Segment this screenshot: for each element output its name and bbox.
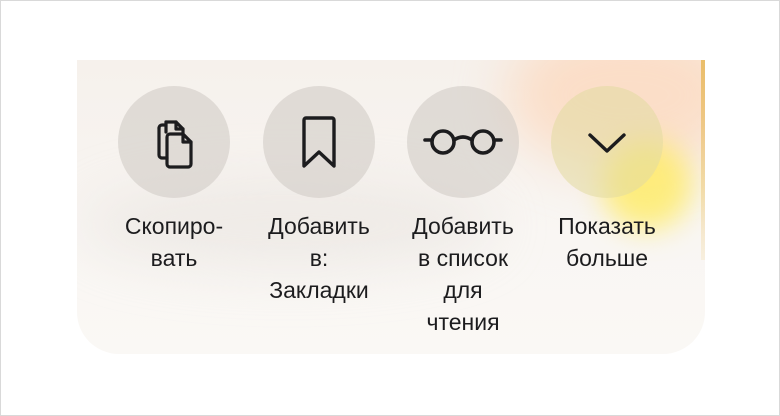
add-bookmark-label: Добавить в: Закладки <box>268 213 370 303</box>
bookmark-icon <box>302 116 336 168</box>
add-bookmark-button[interactable]: Добавить в: Закладки <box>249 86 389 306</box>
add-reading-list-label: Добавить в список для чтения <box>412 213 514 335</box>
chevron-down-icon <box>588 133 626 153</box>
copy-icon <box>157 120 193 169</box>
show-more-button-circle[interactable] <box>551 86 663 198</box>
add-reading-list-button-circle[interactable] <box>407 86 519 198</box>
show-more-button[interactable]: Показать больше <box>537 86 677 274</box>
copy-button[interactable]: Скопиро- вать <box>104 86 244 274</box>
share-actions-sheet: Скопиро- вать Добавить в: Закладки Добав… <box>77 60 705 354</box>
copy-label: Скопиро- вать <box>124 213 224 271</box>
action-row: Скопиро- вать Добавить в: Закладки Добав… <box>77 60 705 354</box>
glasses-icon <box>423 129 503 155</box>
add-bookmark-button-circle[interactable] <box>263 86 375 198</box>
copy-button-circle[interactable] <box>118 86 230 198</box>
show-more-label: Показать больше <box>558 213 656 271</box>
add-reading-list-button[interactable]: Добавить в список для чтения <box>393 86 533 338</box>
